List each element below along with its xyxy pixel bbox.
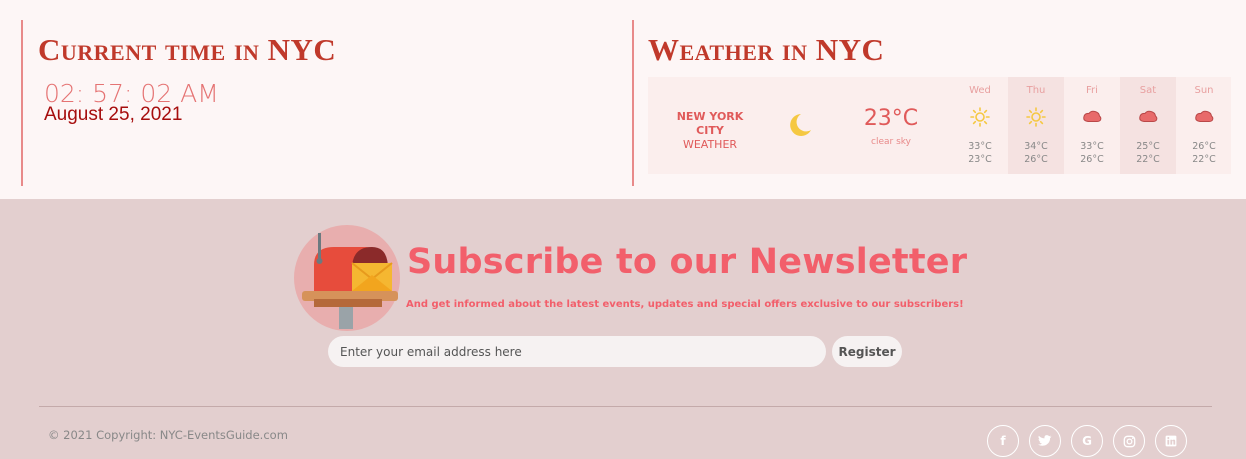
newsletter-title: Subscribe to our Newsletter: [407, 242, 968, 282]
forecast-day-name: Sat: [1139, 85, 1157, 96]
crescent-moon-icon: [790, 114, 811, 136]
sun-icon: [970, 107, 990, 127]
twitter-icon[interactable]: [1029, 425, 1061, 457]
forecast-low: 22°C: [1192, 154, 1216, 165]
forecast-high: 34°C: [1024, 141, 1048, 152]
weather-city-sub: WEATHER: [682, 138, 738, 151]
weather-widget[interactable]: NEW YORK CITY WEATHER 23°C clear sky Wed: [648, 77, 1231, 174]
forecast-day-name: Thu: [1026, 85, 1046, 96]
register-button[interactable]: Register: [832, 336, 902, 367]
top-section: Current time in NYC 02: 57: 02 AM August…: [0, 0, 1246, 199]
forecast-high: 25°C: [1136, 141, 1160, 152]
social-links: f G: [987, 425, 1187, 457]
linkedin-icon[interactable]: [1155, 425, 1187, 457]
forecast-high: 33°C: [968, 141, 992, 152]
current-date: August 25, 2021: [44, 104, 183, 125]
footer: Subscribe to our Newsletter And get info…: [0, 199, 1246, 459]
forecast-day-name: Sun: [1194, 85, 1214, 96]
footer-divider: [39, 406, 1212, 407]
forecast-day: Fri 33°C 26°C: [1064, 77, 1120, 174]
forecast-day: Sat 25°C 22°C: [1120, 77, 1176, 174]
cloud-icon: [1195, 110, 1214, 122]
forecast-low: 26°C: [1080, 154, 1104, 165]
facebook-icon[interactable]: f: [987, 425, 1019, 457]
forecast-high: 26°C: [1192, 141, 1216, 152]
forecast-day: Wed 33°C 23°C: [952, 77, 1008, 174]
copyright-text: © 2021 Copyright: NYC-EventsGuide.com: [48, 428, 288, 442]
email-input[interactable]: [328, 336, 826, 367]
cloud-icon: [1139, 110, 1158, 122]
instagram-icon[interactable]: [1113, 425, 1145, 457]
weather-description: clear sky: [871, 137, 911, 147]
forecast-day: Sun 26°C 22°C: [1176, 77, 1232, 174]
time-section-divider: [21, 20, 23, 186]
sun-icon: [1026, 107, 1046, 127]
weather-section-divider: [632, 20, 634, 186]
forecast-low: 22°C: [1136, 154, 1160, 165]
forecast-low: 26°C: [1024, 154, 1048, 165]
google-icon[interactable]: G: [1071, 425, 1103, 457]
mailbox-icon: [294, 225, 400, 331]
forecast-low: 23°C: [968, 154, 992, 165]
forecast-day-name: Fri: [1086, 85, 1098, 96]
forecast-high: 33°C: [1080, 141, 1104, 152]
cloud-icon: [1083, 110, 1102, 122]
forecast-day-name: Wed: [969, 85, 991, 96]
current-temperature: 23°C: [863, 106, 919, 131]
forecast-list: Wed 33°C 23°C Thu 34°C 26°C Fri 33°C 26°…: [952, 77, 1232, 174]
time-section-title: Current time in NYC: [38, 32, 337, 67]
weather-section-title: Weather in NYC: [648, 32, 885, 67]
weather-city: NEW YORK CITY WEATHER: [662, 110, 758, 152]
weather-city-name: NEW YORK CITY: [676, 110, 744, 137]
newsletter-subtitle: And get informed about the latest events…: [406, 299, 964, 310]
forecast-day: Thu 34°C 26°C: [1008, 77, 1064, 174]
